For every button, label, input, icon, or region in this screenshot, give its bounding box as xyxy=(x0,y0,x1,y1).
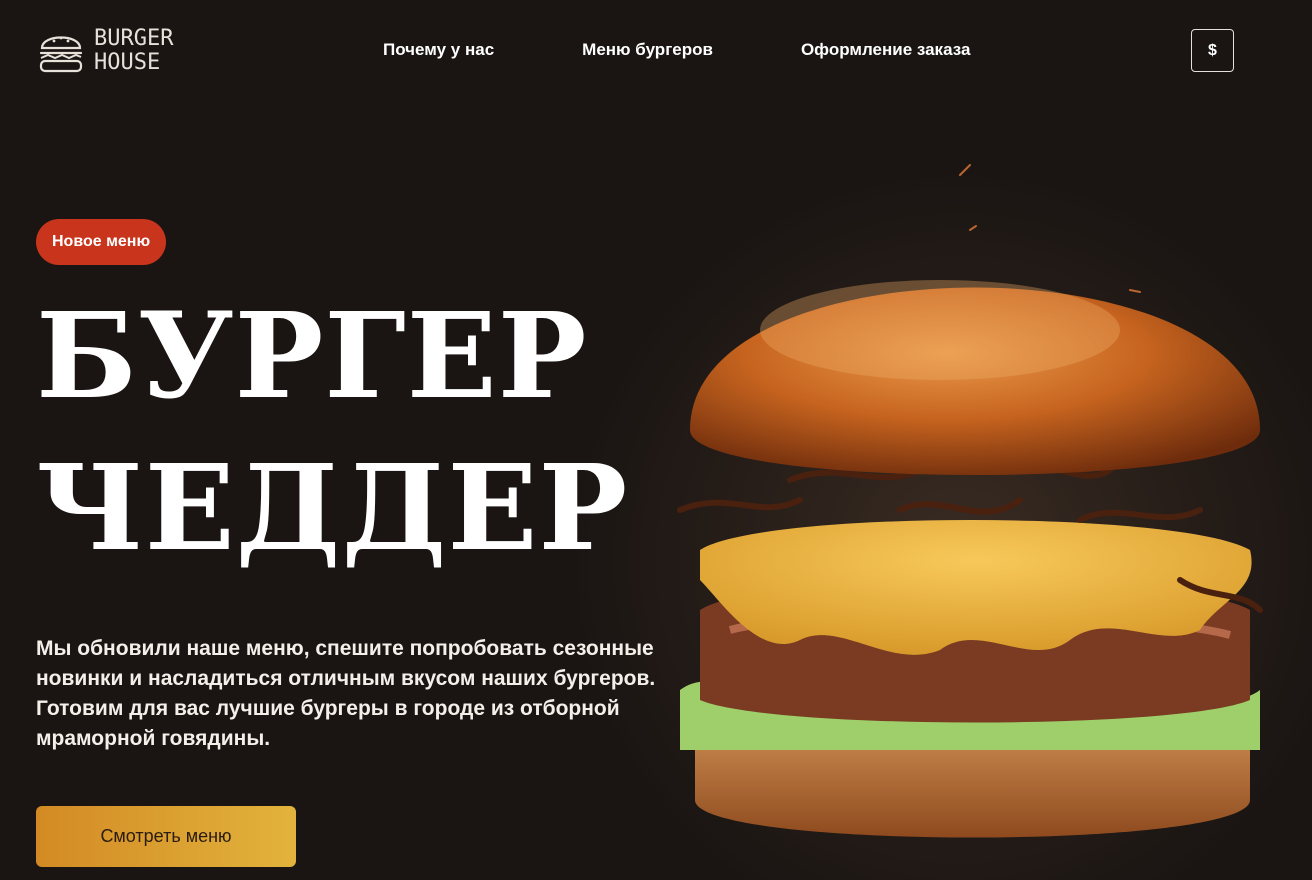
logo[interactable]: BURGER HOUSE xyxy=(36,26,173,76)
burger-illustration xyxy=(677,164,1263,838)
nav-link-checkout[interactable]: Оформление заказа xyxy=(801,40,970,60)
burger-icon xyxy=(39,36,83,73)
hero-title: БУРГЕР ЧЕДДЕР xyxy=(36,280,628,584)
nav-link-why-us[interactable]: Почему у нас xyxy=(383,40,494,60)
hero-title-line-1: БУРГЕР xyxy=(36,286,588,425)
new-menu-badge: Новое меню xyxy=(36,219,167,265)
main-nav: Почему у нас Меню бургеров Оформление за… xyxy=(383,40,1058,60)
hero-title-line-2: ЧЕДДЕР xyxy=(36,438,629,577)
brand-name: BURGER HOUSE xyxy=(94,27,173,75)
brand-line-1: BURGER xyxy=(94,26,174,51)
site-header: BURGER HOUSE Почему у нас Меню бургеров … xyxy=(0,0,1312,104)
nav-link-burger-menu[interactable]: Меню бургеров xyxy=(582,40,713,60)
currency-button[interactable]: $ xyxy=(1191,29,1234,72)
hero-description: Мы обновили наше меню, спешите попробова… xyxy=(36,637,656,750)
brand-line-2: HOUSE xyxy=(94,50,161,75)
burger-image xyxy=(640,130,1312,880)
view-menu-button[interactable]: Смотреть меню xyxy=(36,806,296,867)
